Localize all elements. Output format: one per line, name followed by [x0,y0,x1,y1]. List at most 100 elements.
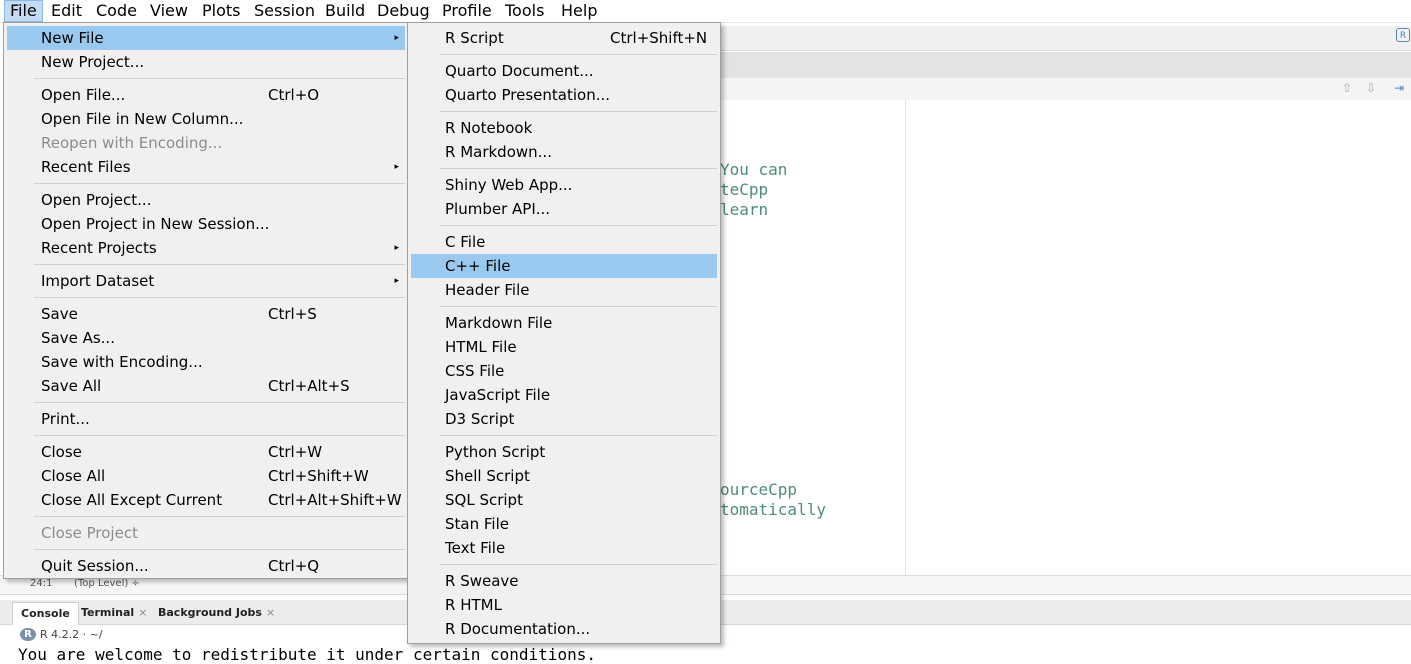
menu-item-cpp-file[interactable]: C++ File [411,254,717,278]
menu-item-label: R Notebook [445,119,533,137]
menu-item-label: Open File... [41,86,126,104]
menu-item-import-dataset[interactable]: Import Dataset ▸ [7,269,405,293]
menu-view[interactable]: View [145,0,193,22]
menu-item-header-file[interactable]: Header File [411,278,717,302]
menu-item-shell-script[interactable]: Shell Script [411,464,717,488]
menu-item-label: Stan File [445,515,509,533]
menu-item-quarto-presentation[interactable]: Quarto Presentation... [411,83,717,107]
menu-item-r-notebook[interactable]: R Notebook [411,116,717,140]
menu-profile[interactable]: Profile [437,0,497,22]
r-outline-icon[interactable]: R [1396,28,1410,42]
menu-item-save-all[interactable]: Save All Ctrl+Alt+S [7,374,405,398]
scope-selector[interactable]: (Top Level) ÷ [74,578,140,589]
submenu-arrow-icon: ▸ [394,243,399,253]
menu-tools[interactable]: Tools [500,0,549,22]
menu-item-label: SQL Script [445,491,523,509]
menu-item-plumber-api[interactable]: Plumber API... [411,197,717,221]
menu-item-quit-session[interactable]: Quit Session... Ctrl+Q [7,554,405,578]
file-menu: New File ▸ New Project... Open File... Ctr… [3,22,409,579]
menu-item-d3-script[interactable]: D3 Script [411,407,717,431]
menu-item-save-as[interactable]: Save As... [7,326,405,350]
menu-item-sql-script[interactable]: SQL Script [411,488,717,512]
close-icon[interactable]: × [138,606,147,619]
menu-debug[interactable]: Debug [372,0,435,22]
menu-item-open-file-new-column[interactable]: Open File in New Column... [7,107,405,131]
menu-item-quarto-document[interactable]: Quarto Document... [411,59,717,83]
menu-session[interactable]: Session [249,0,320,22]
menu-item-label: New File [41,29,104,47]
menu-item-close[interactable]: Close Ctrl+W [7,440,405,464]
source-editor-toolbar: ⇧ ⇩ ⇥ [720,78,1411,101]
menu-item-label: Markdown File [445,314,553,332]
menu-item-shortcut: Ctrl+S [268,305,317,323]
menu-separator [440,168,717,169]
cursor-position: 24:1 [30,578,53,589]
menu-separator [440,54,717,55]
menu-separator [440,564,717,565]
menu-help[interactable]: Help [556,0,602,22]
menu-item-label: Shiny Web App... [445,176,573,194]
menu-separator [34,516,405,517]
menu-separator [34,264,405,265]
menu-separator [440,111,717,112]
code-editor[interactable]: You can teCpp learn ourceCpp tomatically [720,100,1411,575]
menu-item-r-script[interactable]: R Script Ctrl+Shift+N [411,26,717,50]
menu-item-new-project[interactable]: New Project... [7,50,405,74]
menu-item-r-markdown[interactable]: R Markdown... [411,140,717,164]
menu-item-text-file[interactable]: Text File [411,536,717,560]
menu-item-label: Recent Projects [41,239,157,257]
close-icon[interactable]: × [266,606,275,619]
menu-build[interactable]: Build [320,0,370,22]
menu-item-recent-projects[interactable]: Recent Projects ▸ [7,236,405,260]
menu-item-javascript-file[interactable]: JavaScript File [411,383,717,407]
arrow-down-icon[interactable]: ⇩ [1366,81,1376,95]
menu-edit[interactable]: Edit [46,0,87,22]
tab-console[interactable]: Console [12,602,79,625]
menu-item-stan-file[interactable]: Stan File [411,512,717,536]
menu-plots[interactable]: Plots [197,0,246,22]
menu-item-save[interactable]: Save Ctrl+S [7,302,405,326]
console-output: You are welcome to redistribute it under… [18,645,596,664]
menu-item-html-file[interactable]: HTML File [411,335,717,359]
menu-item-print[interactable]: Print... [7,407,405,431]
menu-item-python-script[interactable]: Python Script [411,440,717,464]
menu-item-shortcut: Ctrl+O [268,86,320,104]
menu-item-r-documentation[interactable]: R Documentation... [411,617,717,641]
menu-item-new-file[interactable]: New File ▸ [7,26,405,50]
menu-item-css-file[interactable]: CSS File [411,359,717,383]
menu-item-close-all-except-current[interactable]: Close All Except Current Ctrl+Alt+Shift+W [7,488,405,512]
menu-item-markdown-file[interactable]: Markdown File [411,311,717,335]
tab-terminal[interactable]: Terminal × [73,602,155,624]
menu-separator [440,225,717,226]
menu-separator [34,402,405,403]
menu-item-recent-files[interactable]: Recent Files ▸ [7,155,405,179]
margin-line [905,100,906,575]
menu-item-r-sweave[interactable]: R Sweave [411,569,717,593]
arrow-up-icon[interactable]: ⇧ [1342,81,1352,95]
menu-item-open-project-new-session[interactable]: Open Project in New Session... [7,212,405,236]
menu-item-label: Import Dataset [41,272,155,290]
menu-item-r-html[interactable]: R HTML [411,593,717,617]
code-line: ourceCpp [720,480,798,499]
menu-item-label: Save with Encoding... [41,353,203,371]
menu-separator [34,549,405,550]
menu-item-label: Open File in New Column... [41,110,244,128]
menu-item-shiny-web-app[interactable]: Shiny Web App... [411,173,717,197]
menu-item-close-all[interactable]: Close All Ctrl+Shift+W [7,464,405,488]
menu-item-label: Text File [445,539,506,557]
submenu-arrow-icon: ▸ [394,162,399,172]
menu-item-label: Quarto Presentation... [445,86,611,104]
menu-item-open-project[interactable]: Open Project... [7,188,405,212]
menu-item-open-file[interactable]: Open File... Ctrl+O [7,83,405,107]
menu-item-label: R Documentation... [445,620,591,638]
r-logo-icon: R [20,628,36,641]
menu-item-save-with-encoding[interactable]: Save with Encoding... [7,350,405,374]
expand-icon[interactable]: ⇥ [1394,81,1404,95]
menu-item-c-file[interactable]: C File [411,230,717,254]
tab-background-jobs[interactable]: Background Jobs × [150,602,283,624]
menu-file[interactable]: File [4,0,43,22]
menu-item-label: Close All Except Current [41,491,223,509]
submenu-arrow-icon: ▸ [394,276,399,286]
menu-code[interactable]: Code [91,0,142,22]
code-line: You can [720,160,788,179]
